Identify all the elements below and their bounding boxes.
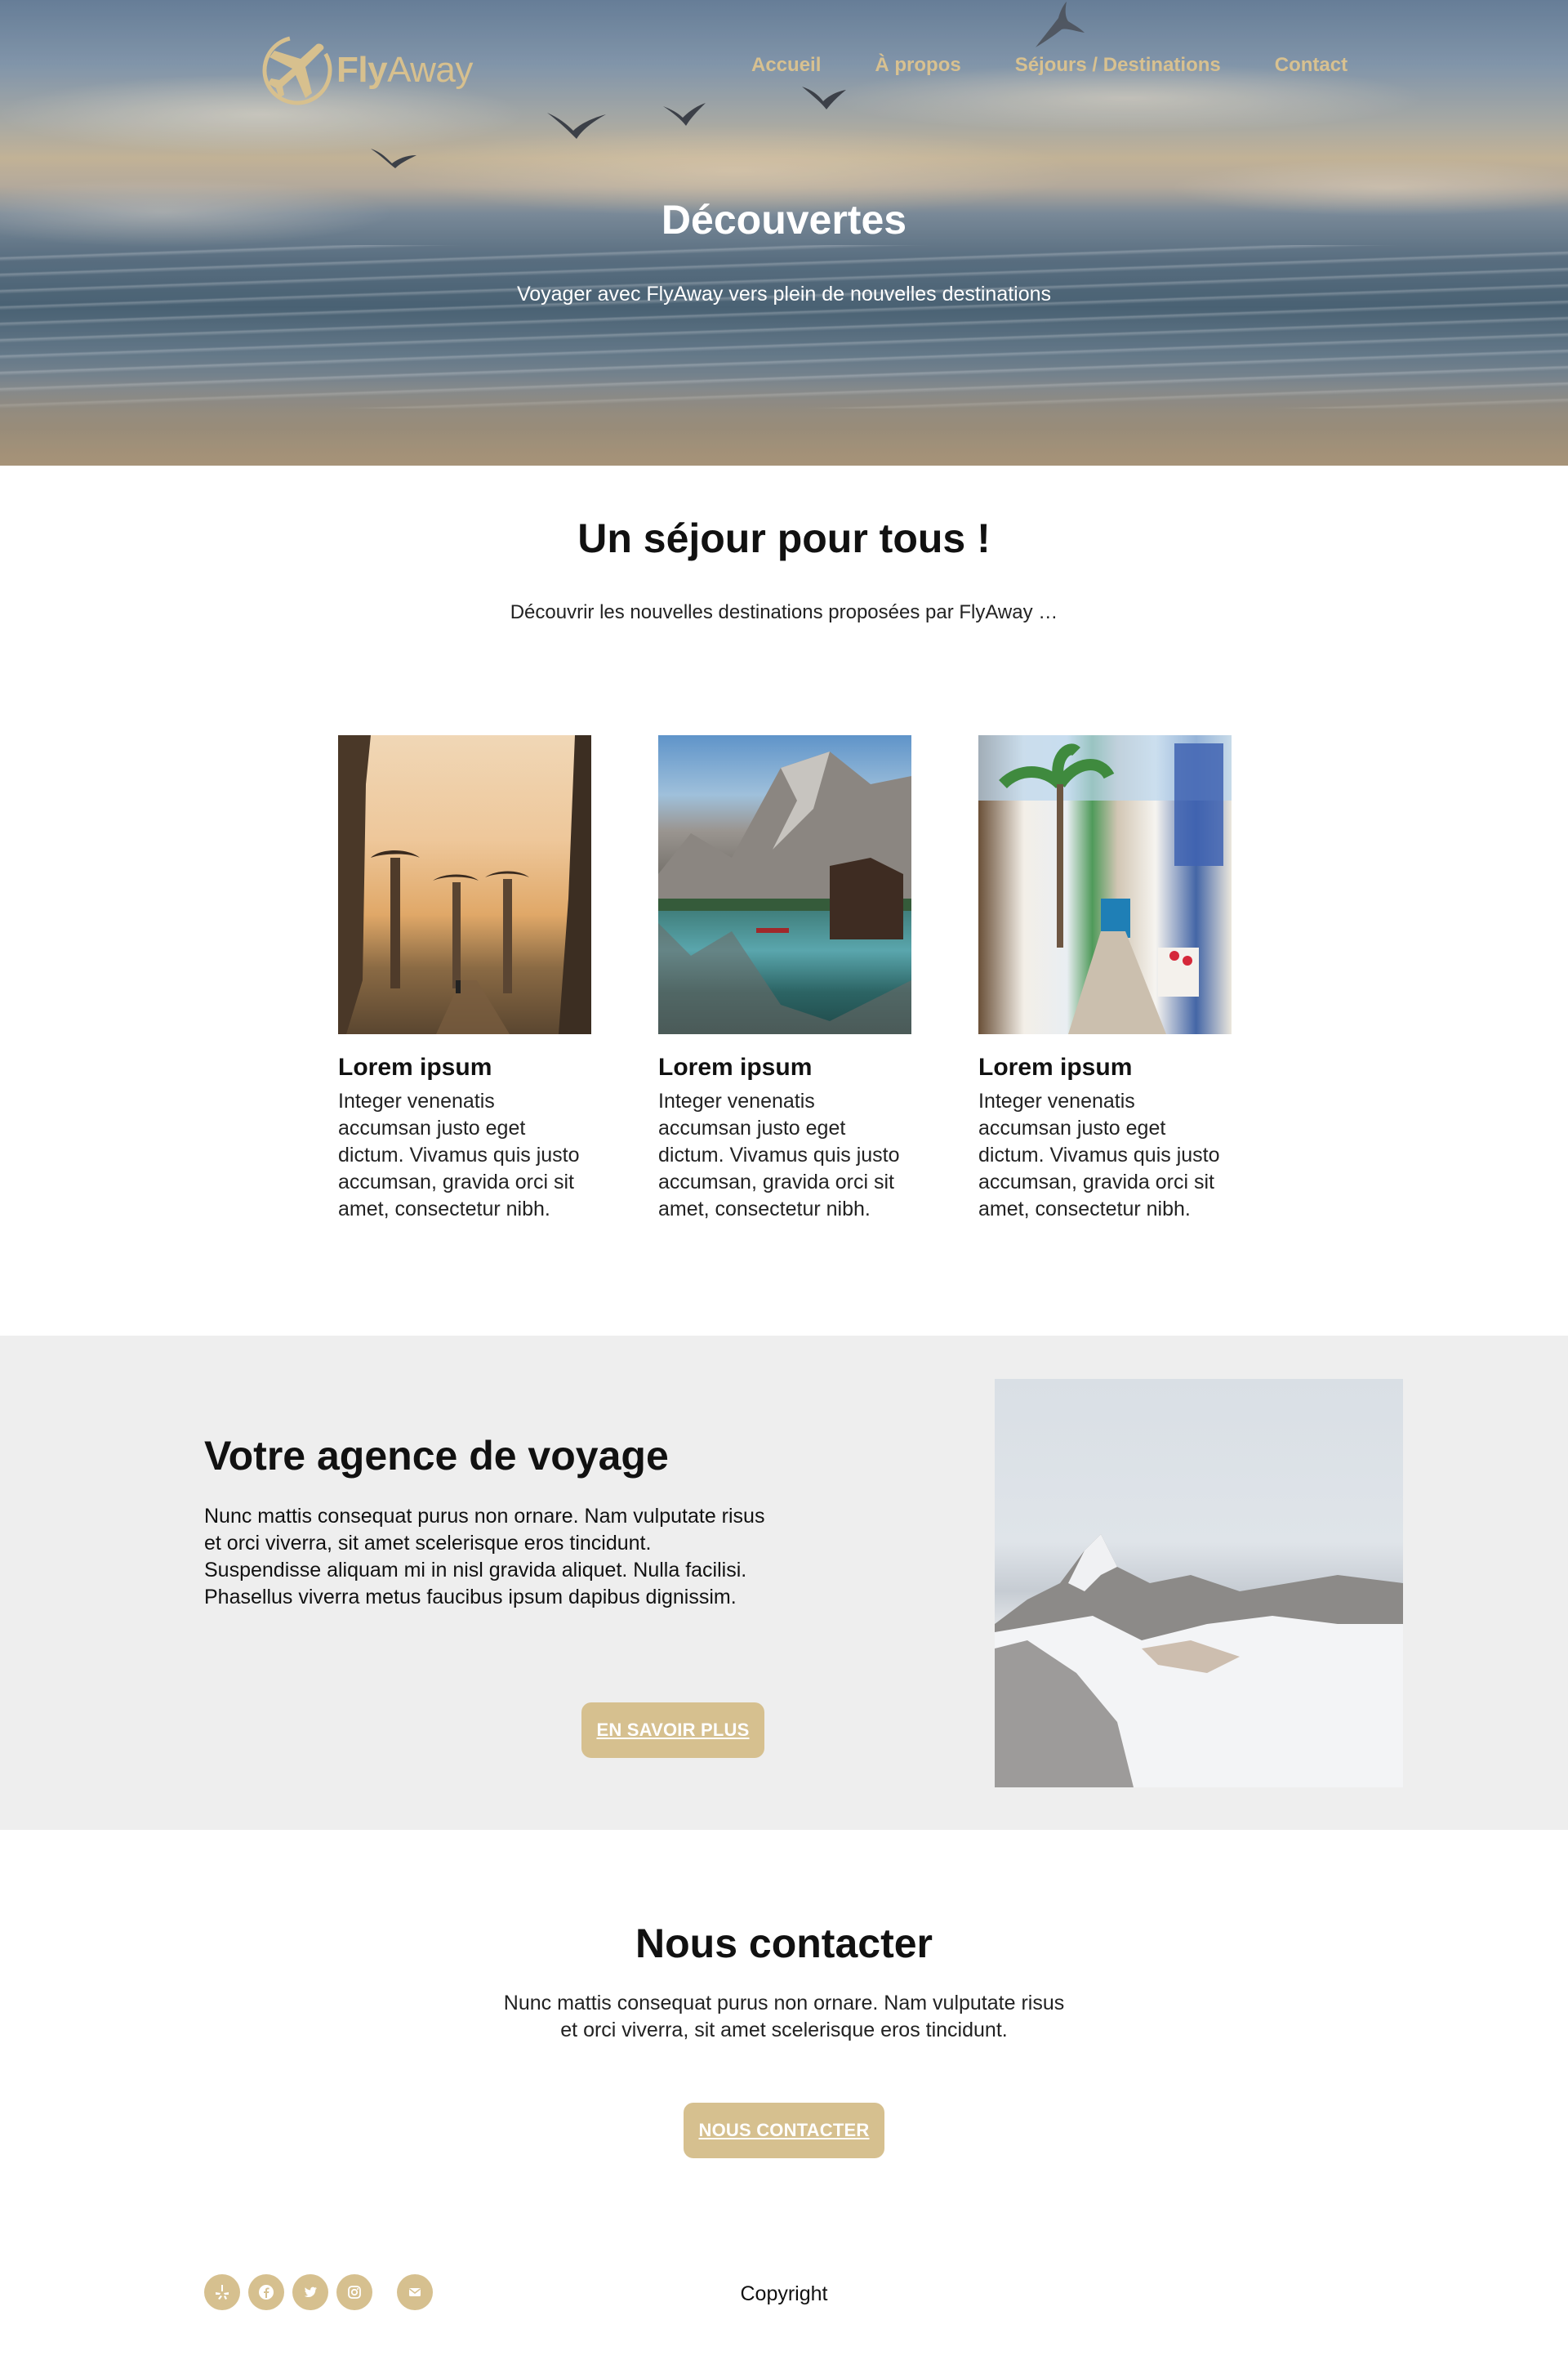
nav-item-contact[interactable]: Contact [1275, 54, 1348, 77]
destination-card[interactable]: Lorem ipsum Integer venenatis accumsan j… [978, 735, 1232, 1223]
nav-item-a-propos[interactable]: À propos [875, 54, 960, 77]
hero-subtitle: Voyager avec FlyAway vers plein de nouve… [516, 283, 1052, 306]
nav-item-accueil[interactable]: Accueil [751, 54, 821, 77]
copyright-text: Copyright [740, 2282, 828, 2305]
card-text: Integer venenatis accumsan justo eget di… [338, 1090, 580, 1220]
card-title: Lorem ipsum [978, 1054, 1133, 1081]
nav-item-sejours-destinations[interactable]: Séjours / Destinations [1015, 54, 1221, 77]
mediterranean-street-image [978, 735, 1232, 1034]
hero-banner: FlyAway Accueil À propos Séjours / Desti… [0, 0, 1568, 466]
card-text: Integer venenatis accumsan justo eget di… [978, 1090, 1220, 1220]
card-title: Lorem ipsum [338, 1054, 492, 1081]
card-title: Lorem ipsum [658, 1054, 813, 1081]
agency-title: Votre agence de voyage [204, 1433, 669, 1479]
main-nav: Accueil À propos Séjours / Destinations … [751, 54, 1348, 77]
snowy-mountains-image [995, 1379, 1403, 1787]
contact-text: Nunc mattis consequat purus non ornare. … [503, 1992, 1065, 2041]
sejour-subtitle: Découvrir les nouvelles destinations pro… [510, 601, 1058, 623]
baobab-avenue-image [338, 735, 591, 1034]
contact-button[interactable]: NOUS CONTACTER [684, 2103, 884, 2158]
brand-name-bold: Fly [336, 50, 388, 90]
agency-section: Votre agence de voyage Nunc mattis conse… [0, 1336, 1568, 1830]
airplane-logo-icon [260, 33, 335, 108]
bird-icon [371, 149, 416, 168]
sejour-title: Un séjour pour tous ! [577, 515, 991, 561]
hero-title: Découvertes [661, 197, 907, 243]
contact-title: Nous contacter [635, 1921, 933, 1966]
bird-icon [547, 113, 606, 139]
card-text: Integer venenatis accumsan justo eget di… [658, 1090, 900, 1220]
bird-icon [802, 87, 846, 109]
destination-card[interactable]: Lorem ipsum Integer venenatis accumsan j… [658, 735, 911, 1223]
brand-name-light: Away [387, 50, 473, 90]
bird-icon [663, 103, 706, 126]
agency-text: Nunc mattis consequat purus non ornare. … [204, 1505, 765, 1608]
brand-logo[interactable]: FlyAway [260, 31, 497, 109]
learn-more-button[interactable]: EN SAVOIR PLUS [581, 1702, 764, 1758]
mountain-lake-image [658, 735, 911, 1034]
bird-icon [1036, 2, 1085, 47]
destination-card[interactable]: Lorem ipsum Integer venenatis accumsan j… [338, 735, 591, 1223]
